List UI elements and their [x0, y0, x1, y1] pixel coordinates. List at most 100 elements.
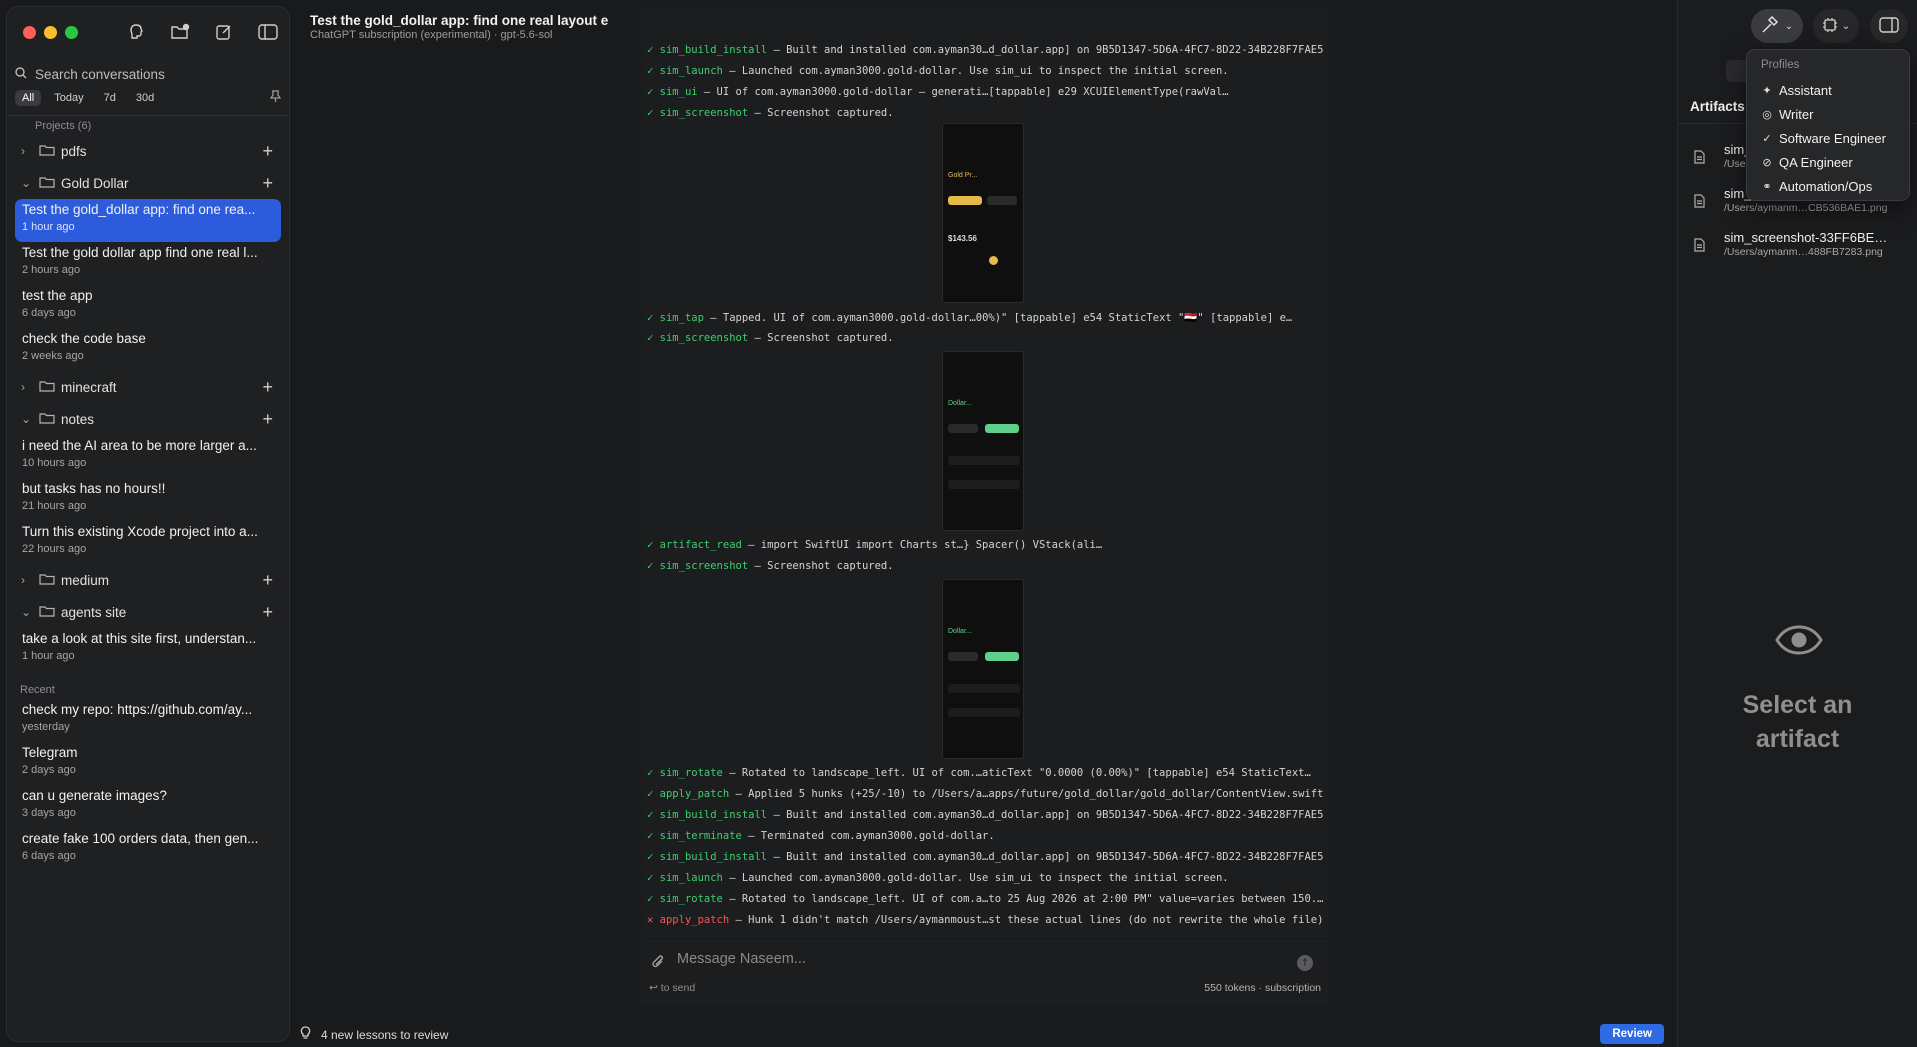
compose-icon[interactable]	[213, 21, 235, 43]
divider	[7, 115, 289, 116]
minimize-window-button[interactable]	[44, 26, 57, 39]
review-button[interactable]: Review	[1600, 1024, 1664, 1044]
paperclip-icon[interactable]	[651, 954, 665, 974]
currency-pill	[948, 424, 978, 433]
add-to-folder-button[interactable]: +	[262, 173, 273, 194]
chat-transcript[interactable]: ✓ sim_build_install — Built and installe…	[641, 8, 1329, 938]
search-input[interactable]: Search conversations	[35, 67, 165, 82]
conversation-item[interactable]: Test the gold dollar app find one real l…	[15, 242, 281, 285]
recent-label: Recent	[20, 684, 55, 696]
tool-output: — Launched com.ayman3000.gold-dollar. Us…	[722, 872, 1229, 884]
sparkle-icon: ✦	[1762, 84, 1772, 97]
send-button[interactable]: ↑	[1297, 955, 1313, 971]
conversation-item[interactable]: create fake 100 orders data, then gen...…	[15, 828, 281, 871]
pin-icon[interactable]	[269, 90, 282, 106]
conversation-time: 6 days ago	[22, 850, 76, 862]
check-circle-icon: ⊘	[1762, 156, 1772, 169]
chevron-right-icon[interactable]: ›	[21, 144, 35, 158]
tool-name: apply_patch	[659, 788, 730, 800]
toggle-sidebar-icon[interactable]	[257, 21, 279, 43]
conversation-title: test the app	[22, 288, 93, 303]
folder-pdfs[interactable]: › pdfs +	[7, 135, 289, 167]
message-input[interactable]	[677, 951, 1237, 967]
tool-output: — import SwiftUI import Charts st…} Spac…	[741, 539, 1103, 551]
device-picker-button[interactable]: ⌄	[1813, 9, 1859, 43]
filter-today[interactable]: Today	[47, 90, 90, 106]
folder-icon	[39, 412, 61, 427]
folder-minecraft[interactable]: › minecraft +	[7, 371, 289, 403]
tool-name: sim_build_install	[659, 44, 768, 56]
conversation-item-active[interactable]: Test the gold_dollar app: find one rea..…	[15, 199, 281, 242]
add-to-folder-button[interactable]: +	[262, 141, 273, 162]
add-to-folder-button[interactable]: +	[262, 602, 273, 623]
chevron-down-icon[interactable]: ⌄	[21, 412, 35, 426]
close-window-button[interactable]	[23, 26, 36, 39]
add-to-folder-button[interactable]: +	[262, 409, 273, 430]
tool-output: — UI of com.ayman3000.gold-dollar — gene…	[697, 86, 1229, 98]
add-to-folder-button[interactable]: +	[262, 377, 273, 398]
conversation-item[interactable]: can u generate images? 3 days ago	[15, 785, 281, 828]
folder-notes[interactable]: ⌄ notes +	[7, 403, 289, 435]
filter-30d[interactable]: 30d	[129, 90, 161, 106]
conversation-item[interactable]: Turn this existing Xcode project into a.…	[15, 521, 281, 564]
profiles-title: Profiles	[1761, 59, 1800, 71]
brain-icon[interactable]	[125, 21, 147, 43]
conversation-title: take a look at this site first, understa…	[22, 631, 257, 646]
sidebar: Search conversations All Today 7d 30d Pr…	[6, 6, 290, 1042]
profile-picker-button[interactable]: ⌄	[1751, 9, 1803, 43]
success-check-icon: ✓	[647, 830, 660, 842]
conversation-item[interactable]: check the code base 2 weeks ago	[15, 328, 281, 371]
tool-log-line: ✓ sim_screenshot — Screenshot captured.	[647, 560, 1323, 574]
success-check-icon: ✓	[647, 332, 660, 344]
conversation-item[interactable]: but tasks has no hours!! 21 hours ago	[15, 478, 281, 521]
tool-log-line: ✓ sim_launch — Launched com.ayman3000.go…	[647, 65, 1323, 79]
new-folder-icon[interactable]	[169, 21, 191, 43]
profile-item-writer[interactable]: ◎ Writer	[1747, 103, 1909, 125]
toggle-right-panel-button[interactable]	[1870, 9, 1908, 43]
conversation-time: 2 days ago	[22, 764, 76, 776]
currency-pill	[948, 652, 978, 661]
profile-item-assistant[interactable]: ✦ Assistant	[1747, 79, 1909, 101]
eye-icon	[1775, 625, 1823, 663]
tool-output: — Hunk 1 didn't match /Users/aymanmoust……	[729, 914, 1323, 926]
document-icon	[1694, 150, 1705, 167]
chevron-right-icon[interactable]: ›	[21, 573, 35, 587]
conversation-title: Turn this existing Xcode project into a.…	[22, 524, 258, 539]
profile-item-qa-engineer[interactable]: ⊘ QA Engineer	[1747, 151, 1909, 173]
conversation-item[interactable]: check my repo: https://github.com/ay... …	[15, 699, 281, 742]
conversation-item[interactable]: i need the AI area to be more larger a..…	[15, 435, 281, 478]
tool-name: sim_rotate	[659, 893, 723, 905]
profile-item-automation-ops[interactable]: ⚭ Automation/Ops	[1747, 175, 1909, 197]
chevron-right-icon[interactable]: ›	[21, 380, 35, 394]
screenshot-thumbnail[interactable]: Dollar...	[942, 579, 1024, 759]
filter-all[interactable]: All	[15, 90, 42, 106]
tool-log-line: ✓ sim_launch — Launched com.ayman3000.go…	[647, 872, 1323, 886]
folder-gold-dollar[interactable]: ⌄ Gold Dollar +	[7, 167, 289, 199]
folder-medium[interactable]: › medium +	[7, 564, 289, 596]
tool-log-line: ✓ sim_screenshot — Screenshot captured.	[647, 107, 1323, 121]
conversation-time: 3 days ago	[22, 807, 76, 819]
chevron-down-icon: ⌄	[1784, 20, 1794, 32]
folder-agents-site[interactable]: ⌄ agents site +	[7, 596, 289, 628]
success-check-icon: ✓	[647, 851, 660, 863]
zoom-window-button[interactable]	[65, 26, 78, 39]
search-bar[interactable]: Search conversations	[15, 64, 281, 84]
filter-7d[interactable]: 7d	[97, 90, 123, 106]
conversation-item[interactable]: test the app 6 days ago	[15, 285, 281, 328]
chevron-down-icon[interactable]: ⌄	[21, 605, 35, 619]
chevron-down-icon[interactable]: ⌄	[21, 176, 35, 190]
artifact-item[interactable]: sim_screenshot-33FF6BE… /Users/aymanm…48…	[1694, 230, 1909, 264]
token-count: 550 tokens · subscription	[1204, 982, 1321, 994]
screenshot-thumbnail[interactable]: Dollar...	[942, 351, 1024, 531]
conversation-item[interactable]: Telegram 2 days ago	[15, 742, 281, 785]
profile-item-software-engineer[interactable]: ✓ Software Engineer	[1747, 127, 1909, 149]
message-composer: ↑ ↩ to send 550 tokens · subscription	[641, 940, 1329, 1006]
send-hint: ↩ to send	[649, 982, 696, 994]
tool-name: sim_build_install	[659, 851, 768, 863]
add-to-folder-button[interactable]: +	[262, 570, 273, 591]
rate-row	[948, 684, 1020, 693]
screenshot-thumbnail[interactable]: Gold Pr... $143.56	[942, 123, 1024, 303]
conversation-item[interactable]: take a look at this site first, understa…	[15, 628, 281, 671]
error-x-icon: ✕	[647, 914, 660, 926]
conversation-title: create fake 100 orders data, then gen...	[22, 831, 259, 846]
